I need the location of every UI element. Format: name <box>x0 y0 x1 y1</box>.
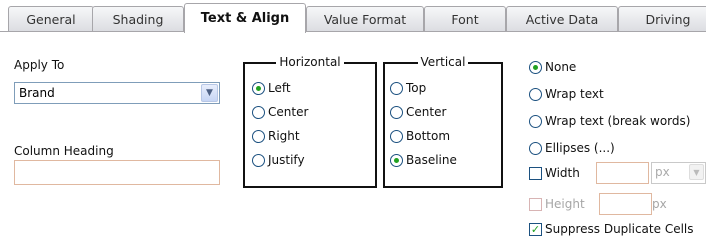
apply-to-value: Brand <box>19 86 55 100</box>
radio-checked-icon[interactable] <box>529 60 542 74</box>
width-unit-value: px <box>655 165 670 179</box>
tab-value-format[interactable]: Value Format <box>306 6 424 31</box>
radio-unchecked-icon[interactable] <box>529 114 542 128</box>
radio-unchecked-icon[interactable] <box>529 141 542 155</box>
apply-to-label: Apply To <box>14 58 65 72</box>
vertical-baseline-label: Baseline <box>406 153 457 167</box>
suppress-duplicates-label: Suppress Duplicate Cells <box>545 222 694 236</box>
radio-checked-icon[interactable] <box>390 153 403 167</box>
height-input[interactable] <box>599 193 652 215</box>
column-heading-label: Column Heading <box>14 144 114 158</box>
horizontal-group-title: Horizontal <box>276 55 344 69</box>
width-input[interactable] <box>596 162 649 184</box>
vertical-center-label: Center <box>406 105 447 119</box>
tab-general[interactable]: General <box>8 6 94 31</box>
vertical-top-radio[interactable]: Top <box>390 81 426 95</box>
chevron-down-icon[interactable]: ▼ <box>201 84 218 102</box>
tab-font[interactable]: Font <box>424 6 506 31</box>
checkbox-unchecked-icon[interactable] <box>529 166 542 180</box>
horizontal-right-label: Right <box>268 129 300 143</box>
radio-unchecked-icon[interactable] <box>390 105 403 119</box>
horizontal-left-label: Left <box>268 81 291 95</box>
column-heading-input[interactable] <box>14 160 220 185</box>
vertical-center-radio[interactable]: Center <box>390 105 446 119</box>
apply-to-select[interactable]: Brand ▼ <box>14 82 220 104</box>
vertical-top-label: Top <box>406 81 427 95</box>
chevron-down-icon[interactable]: ▼ <box>689 164 704 180</box>
height-unit-label: px <box>652 197 667 211</box>
horizontal-center-radio[interactable]: Center <box>252 105 308 119</box>
radio-unchecked-icon[interactable] <box>252 153 265 167</box>
radio-unchecked-icon[interactable] <box>252 129 265 143</box>
tab-active-data[interactable]: Active Data <box>506 6 618 31</box>
width-unit-select[interactable]: px ▼ <box>651 162 706 184</box>
wrap-text-radio[interactable]: Wrap text <box>529 87 604 101</box>
horizontal-justify-label: Justify <box>268 153 305 167</box>
horizontal-center-label: Center <box>268 105 309 119</box>
width-checkbox[interactable]: Width <box>529 166 580 180</box>
radio-checked-icon[interactable] <box>252 81 265 95</box>
radio-unchecked-icon[interactable] <box>529 87 542 101</box>
suppress-duplicates-checkbox[interactable]: ✓ Suppress Duplicate Cells <box>529 222 694 236</box>
checkmark-icon[interactable]: ✓ <box>529 222 542 236</box>
height-label: Height <box>545 197 585 211</box>
width-label: Width <box>545 166 580 180</box>
vertical-bottom-label: Bottom <box>406 129 451 143</box>
wrap-break-words-radio[interactable]: Wrap text (break words) <box>529 114 690 128</box>
horizontal-left-radio[interactable]: Left <box>252 81 291 95</box>
horizontal-right-radio[interactable]: Right <box>252 129 300 143</box>
radio-unchecked-icon[interactable] <box>390 81 403 95</box>
tab-text-align[interactable]: Text & Align <box>184 3 306 33</box>
height-checkbox[interactable]: Height <box>529 197 585 211</box>
ellipses-radio[interactable]: Ellipses (...) <box>529 141 615 155</box>
wrap-break-words-label: Wrap text (break words) <box>545 114 691 128</box>
tab-strip: General Shading Text & Align Value Forma… <box>0 0 706 33</box>
tab-shading[interactable]: Shading <box>92 6 184 31</box>
wrap-text-label: Wrap text <box>545 87 604 101</box>
tab-driving[interactable]: Driving <box>618 6 706 31</box>
vertical-baseline-radio[interactable]: Baseline <box>390 153 457 167</box>
checkbox-unchecked-icon[interactable] <box>529 197 542 211</box>
horizontal-justify-radio[interactable]: Justify <box>252 153 305 167</box>
radio-unchecked-icon[interactable] <box>390 129 403 143</box>
radio-unchecked-icon[interactable] <box>252 105 265 119</box>
text-align-panel: Apply To Brand ▼ Column Heading Horizont… <box>0 32 706 240</box>
wrap-none-radio[interactable]: None <box>529 60 576 74</box>
vertical-group-title: Vertical <box>417 55 469 69</box>
vertical-bottom-radio[interactable]: Bottom <box>390 129 450 143</box>
ellipses-label: Ellipses (...) <box>545 141 615 155</box>
wrap-none-label: None <box>545 60 577 74</box>
